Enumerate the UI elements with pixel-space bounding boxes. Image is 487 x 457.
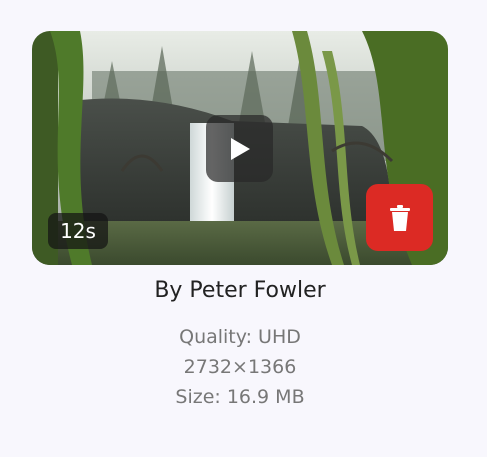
delete-button[interactable] [366,184,433,251]
author-name: By Peter Fowler [154,278,326,303]
resolution-label: 2732×1366 [183,356,297,378]
size-label: Size: 16.9 MB [175,386,305,408]
play-button[interactable] [206,115,273,182]
play-icon [230,137,250,160]
quality-label: Quality: UHD [179,326,301,348]
trash-icon [389,204,410,231]
duration-badge: 12s [48,213,108,249]
duration-label: 12s [60,219,96,243]
video-thumbnail-card[interactable]: 12s [32,31,448,265]
